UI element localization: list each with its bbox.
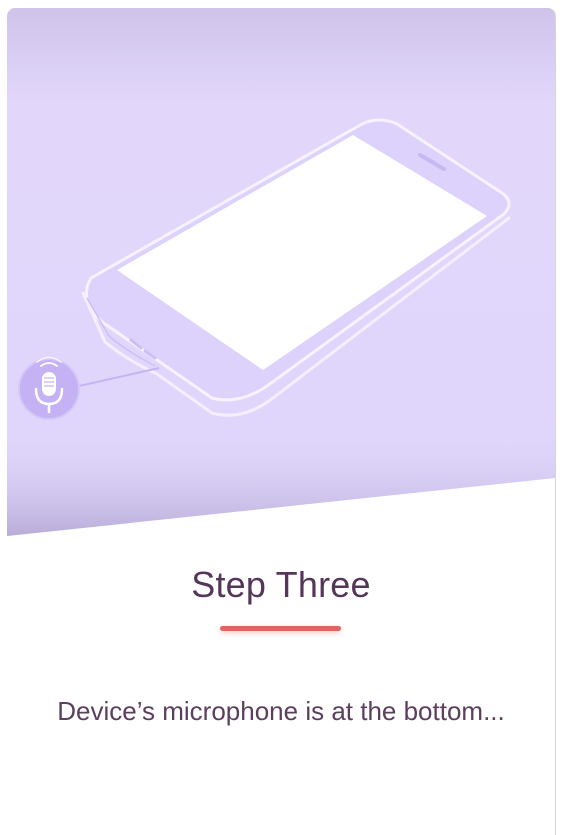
- title-underline: [220, 626, 341, 631]
- illustration-panel: [7, 8, 555, 538]
- step-description: Device’s microphone is at the bottom...: [57, 696, 505, 726]
- onboarding-card: Step Three Device’s microphone is at the…: [7, 8, 556, 835]
- microphone-icon: [18, 356, 80, 420]
- step-title: Step Three: [191, 564, 371, 605]
